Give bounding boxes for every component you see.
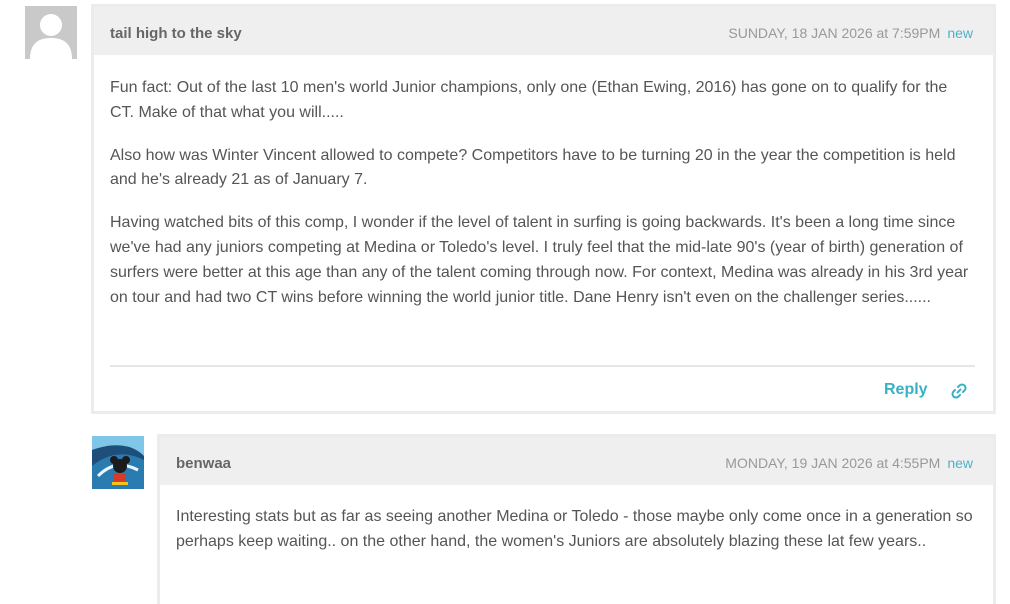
comment: tail high to the sky SUNDAY, 18 JAN 2026…	[91, 4, 996, 414]
default-user-avatar-icon	[25, 6, 77, 59]
surf-picture-avatar-icon	[92, 436, 144, 489]
new-badge: new	[947, 455, 973, 471]
comment-author[interactable]: benwaa	[176, 455, 231, 472]
comment-body: Interesting stats but as far as seeing a…	[176, 505, 975, 573]
comment-paragraph: Interesting stats but as far as seeing a…	[176, 508, 973, 550]
comment-paragraph: Having watched bits of this comp, I wond…	[110, 214, 969, 306]
comment-meta: MONDAY, 19 JAN 2026 at 4:55PM new	[725, 455, 973, 471]
user-avatar	[25, 6, 77, 59]
comment-paragraph: Fun fact: Out of the last 10 men's world…	[110, 79, 948, 121]
comment-author[interactable]: tail high to the sky	[110, 25, 242, 42]
comment-date: MONDAY, 19 JAN 2026 at 4:55PM	[725, 455, 941, 471]
comment-header: benwaa MONDAY, 19 JAN 2026 at 4:55PM new	[160, 437, 993, 485]
comment-header: tail high to the sky SUNDAY, 18 JAN 2026…	[94, 7, 993, 55]
comment-paragraph: Also how was Winter Vincent allowed to c…	[110, 146, 956, 189]
new-badge: new	[947, 25, 973, 41]
comment-meta: SUNDAY, 18 JAN 2026 at 7:59PM new	[728, 25, 973, 41]
comment: benwaa MONDAY, 19 JAN 2026 at 4:55PM new …	[157, 434, 996, 604]
comment-date: SUNDAY, 18 JAN 2026 at 7:59PM	[728, 25, 941, 41]
comment-body: Fun fact: Out of the last 10 men's world…	[110, 76, 975, 328]
user-avatar	[92, 436, 144, 489]
comment-divider	[110, 365, 975, 367]
reply-button[interactable]: Reply	[884, 381, 928, 399]
link-icon[interactable]	[949, 381, 969, 401]
